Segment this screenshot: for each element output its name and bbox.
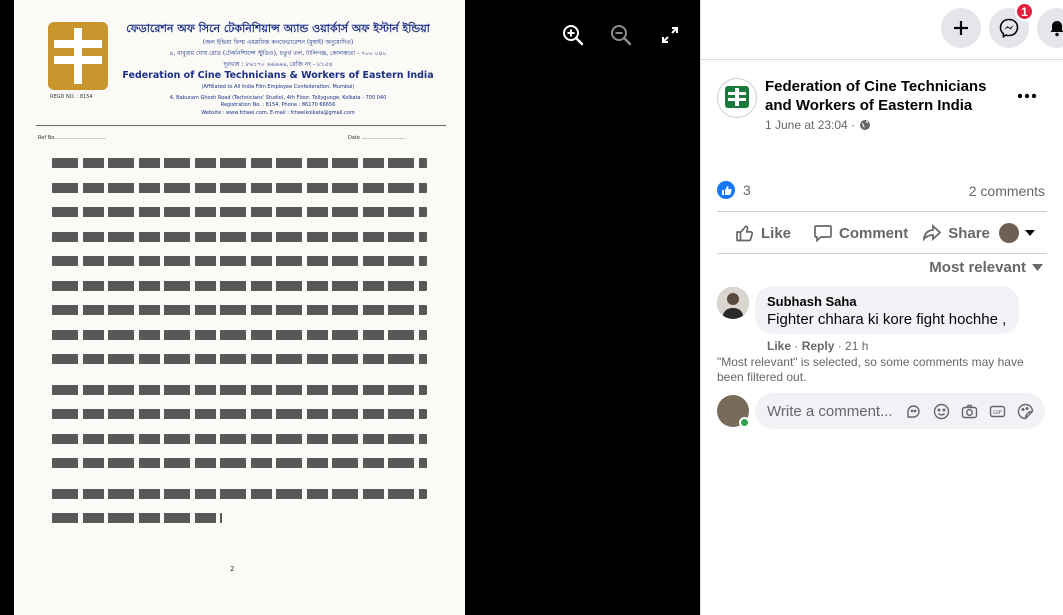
fullscreen-button[interactable] (657, 22, 683, 48)
share-label: Share (948, 224, 990, 242)
create-button[interactable] (941, 8, 981, 48)
gif-button[interactable]: GIF (988, 402, 1007, 421)
reaction-audience-selector[interactable] (999, 223, 1035, 243)
gif-icon: GIF (989, 405, 1006, 417)
address-bengali: ৪, বাবুরাম ঘোষ রোড (টেকনিশিয়ান্স স্টুডি… (169, 50, 387, 57)
document-body-text (52, 158, 427, 538)
document-image: REGD NO. : 8154 ফেডারেশন অফ সিনে টেকনিশি… (14, 0, 465, 615)
comment-sort-dropdown[interactable]: Most relevant (929, 259, 1043, 276)
page-name-link[interactable]: Federation of Cine Technicians and Worke… (765, 77, 1015, 115)
like-count: 3 (743, 182, 751, 198)
ref-no: Ref No................................ (38, 135, 106, 141)
sort-label: Most relevant (929, 259, 1026, 276)
commenter-avatar[interactable] (717, 287, 749, 319)
zoom-in-icon (563, 25, 584, 46)
federation-logo (48, 22, 108, 90)
zoom-out-button[interactable] (608, 22, 634, 48)
bell-icon (1050, 21, 1063, 37)
post-panel: 1 Federation of Cine Technicians and Wor… (700, 0, 1063, 615)
comment-text: Fighter chhara ki kore fight hochhe , (767, 311, 1007, 328)
messenger-button[interactable]: 1 (989, 2, 1034, 48)
share-button[interactable]: Share (922, 223, 990, 243)
date-field: Date ............................ (348, 135, 407, 141)
caret-down-icon (1032, 264, 1043, 271)
reaction-summary[interactable]: 3 (717, 181, 751, 199)
plus-icon (954, 21, 968, 35)
sticker-icon (1017, 403, 1034, 419)
comment-count[interactable]: 2 comments (969, 183, 1045, 199)
zoom-in-button[interactable] (560, 22, 586, 48)
more-horizontal-icon (1017, 93, 1037, 99)
avatar-sticker-button[interactable] (904, 402, 923, 421)
divider (36, 125, 446, 126)
user-avatar-small (999, 223, 1019, 243)
registration: Registration No. : 8154, Phone : 86170 6… (220, 102, 336, 108)
regd-no: REGD NO. : 8154 (50, 94, 93, 100)
comment-input[interactable]: Write a comment... (767, 403, 904, 420)
camera-button[interactable] (960, 402, 979, 421)
heading-bengali-sub: (অল ইন্ডিয়া ফিল্ম এমপ্লয়িজ কনফেডারেশন … (202, 39, 354, 46)
comment-icon (814, 225, 832, 243)
sticker-button[interactable] (1016, 402, 1035, 421)
post-meta: 1 June at 23:04 · (765, 118, 871, 132)
page-avatar[interactable] (717, 78, 757, 118)
globe-icon (860, 120, 871, 130)
photo-viewer: REGD NO. : 8154 ফেডারেশন অফ সিনে টেকনিশি… (0, 0, 700, 615)
top-bar: 1 (701, 0, 1063, 60)
website: Website : www.fctwei.com, E-mail : fctwe… (201, 110, 355, 116)
comment-button[interactable]: Comment (813, 223, 908, 243)
svg-text:GIF: GIF (993, 410, 1002, 416)
thumbs-up-icon (736, 225, 754, 242)
avatar-sticker-icon (907, 404, 920, 418)
comment-reply-button[interactable]: Reply (802, 339, 835, 353)
comment-composer[interactable]: Write a comment... GIF (755, 393, 1045, 429)
caret-down-icon (1025, 230, 1035, 236)
divider (717, 253, 1047, 254)
comment-bubble: Subhash Saha Fighter chhara ki kore figh… (755, 286, 1019, 334)
comment-author[interactable]: Subhash Saha (767, 294, 1007, 309)
like-label: Like (761, 224, 792, 242)
emoji-button[interactable] (932, 402, 951, 421)
address-english: 4, Baburam Ghosh Road (Technicians' Stud… (169, 95, 387, 101)
federation-logo-icon (725, 86, 749, 108)
divider (717, 211, 1047, 212)
comment-like-button[interactable]: Like (767, 339, 791, 353)
comment-actions: Like · Reply · 21 h (767, 339, 869, 353)
expand-icon (662, 27, 678, 43)
messenger-badge: 1 (1015, 2, 1034, 21)
heading-english: Federation of Cine Technicians & Workers… (122, 70, 434, 81)
online-status-dot (739, 417, 750, 428)
post-actions: Like Comment Share (717, 216, 1047, 250)
phone-bengali: দূরভাষ : ৮৬১৭০ ৬৬৬৬৬, রেজি নং - ৮১৫৪ (223, 61, 333, 68)
comment-age[interactable]: 21 h (845, 339, 868, 353)
affiliation: (Affiliated to All India Film Employee C… (201, 84, 355, 90)
zoom-out-icon (611, 25, 632, 46)
post-more-button[interactable] (1013, 84, 1041, 108)
like-reaction-icon (717, 181, 735, 199)
post-timestamp[interactable]: 1 June at 23:04 · (765, 118, 855, 132)
comment-label: Comment (839, 224, 909, 242)
filter-notice: "Most relevant" is selected, so some com… (717, 355, 1024, 384)
composer-tools: GIF (904, 402, 1045, 421)
camera-icon (961, 404, 978, 418)
messenger-icon (999, 18, 1019, 38)
emoji-icon (933, 403, 950, 419)
share-icon (923, 224, 942, 242)
page-number: 2 (230, 565, 235, 573)
notifications-button[interactable] (1037, 8, 1063, 48)
like-button[interactable]: Like (735, 223, 791, 243)
